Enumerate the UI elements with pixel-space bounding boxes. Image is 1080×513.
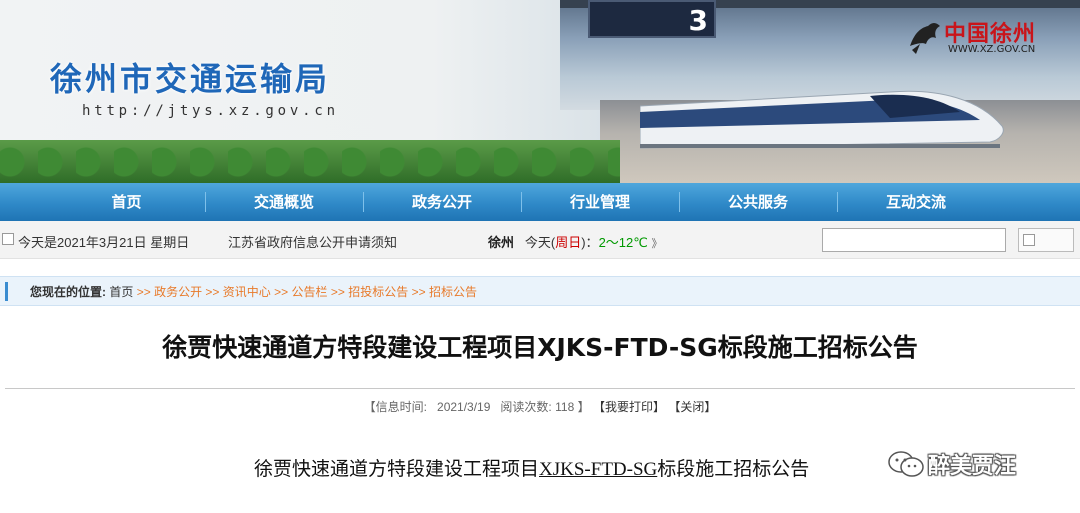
breadcrumb-item[interactable]: 招标公告 xyxy=(429,285,477,299)
breadcrumb: 您现在的位置: 首页 >> 政务公开 >> 资讯中心 >> 公告栏 >> 招投标… xyxy=(0,276,1080,306)
meta-views: 118 xyxy=(555,400,575,414)
search-input[interactable] xyxy=(822,228,1006,252)
breadcrumb-marker xyxy=(5,282,8,301)
wechat-icon xyxy=(888,451,924,477)
article-meta: 【信息时间: 2021/3/19 阅读次数: 118 】 【我要打印】 【关闭】 xyxy=(0,398,1080,415)
broken-image-icon xyxy=(1023,234,1035,246)
title-divider xyxy=(5,388,1075,389)
close-button[interactable]: 【关闭】 xyxy=(668,400,716,414)
nav-item-public-service[interactable]: 公共服务 xyxy=(679,183,837,221)
nav-item-gov-affairs[interactable]: 政务公开 xyxy=(363,183,521,221)
article-body-heading: 徐贾快速通道方特段建设工程项目XJKS-FTD-SG标段施工招标公告 xyxy=(254,454,809,481)
body-code: XJKS-FTD-SG xyxy=(539,459,658,480)
info-disclosure-link[interactable]: 江苏省政府信息公开申请须知 xyxy=(228,232,397,251)
search-button[interactable] xyxy=(1018,228,1074,252)
breadcrumb-sep: >> xyxy=(136,285,151,299)
logo-horse-icon xyxy=(910,23,940,54)
weather-widget: 徐州 今天(周日)：2～12℃ 》 xyxy=(488,232,662,251)
breadcrumb-item[interactable]: 公告栏 xyxy=(292,285,328,299)
weather-weekday: 周日 xyxy=(555,235,582,250)
meta-info-label: 【信息时间: xyxy=(363,400,427,414)
header-banner: 3 中国徐州 WWW.XZ.GOV.CN 徐州市交通运输局 http://jty… xyxy=(0,0,1080,183)
nav-item-overview[interactable]: 交通概览 xyxy=(205,183,363,221)
body-prefix: 徐贾快速通道方特段建设工程项目 xyxy=(254,459,540,480)
breadcrumb-label: 您现在的位置: xyxy=(30,285,106,299)
breadcrumb-home[interactable]: 首页 xyxy=(109,285,133,299)
nav-item-interaction[interactable]: 互动交流 xyxy=(837,183,995,221)
body-suffix: 标段施工招标公告 xyxy=(657,459,810,480)
platform-sign: 3 xyxy=(588,0,716,38)
nav-item-industry[interactable]: 行业管理 xyxy=(521,183,679,221)
breadcrumb-item[interactable]: 招投标公告 xyxy=(348,285,408,299)
banner-trees xyxy=(0,140,620,183)
breadcrumb-sep: >> xyxy=(205,285,220,299)
weather-more-icon[interactable]: 》 xyxy=(651,238,662,250)
article-title: 徐贾快速通道方特段建设工程项目XJKS-FTD-SG标段施工招标公告 xyxy=(162,333,918,362)
weather-temp: 2～12℃ xyxy=(598,235,648,250)
info-bar: 今天是2021年3月21日 星期日 江苏省政府信息公开申请须知 徐州 今天(周日… xyxy=(0,221,1080,259)
broken-image-icon xyxy=(2,233,14,245)
print-button[interactable]: 【我要打印】 xyxy=(593,400,665,414)
current-date: 今天是2021年3月21日 星期日 xyxy=(18,235,190,250)
main-nav: 首页 交通概览 政务公开 行业管理 公共服务 互动交流 xyxy=(0,183,1080,221)
page: 3 中国徐州 WWW.XZ.GOV.CN 徐州市交通运输局 http://jty… xyxy=(0,0,1080,513)
watermark-text: 醉美贾汪 xyxy=(928,454,1017,479)
breadcrumb-item[interactable]: 资讯中心 xyxy=(223,285,271,299)
breadcrumb-sep: >> xyxy=(330,285,345,299)
breadcrumb-sep: >> xyxy=(411,285,426,299)
nav-item-home[interactable]: 首页 xyxy=(0,183,205,221)
site-title[interactable]: 徐州市交通运输局 xyxy=(50,54,330,100)
weather-paren: )： xyxy=(581,235,599,250)
breadcrumb-sep: >> xyxy=(274,285,289,299)
meta-date: 2021/3/19 xyxy=(437,400,491,414)
weather-city: 徐州 xyxy=(488,235,515,250)
meta-views-label: 阅读次数: xyxy=(500,400,552,414)
breadcrumb-item[interactable]: 政务公开 xyxy=(154,285,202,299)
logo-url: WWW.XZ.GOV.CN xyxy=(948,44,1036,55)
site-url: http://jtys.xz.gov.cn xyxy=(82,103,339,119)
platform-number: 3 xyxy=(688,4,708,37)
weather-today: 今天( xyxy=(524,235,556,250)
train-image xyxy=(640,90,1004,149)
meta-close-bracket: 】 xyxy=(577,400,590,414)
